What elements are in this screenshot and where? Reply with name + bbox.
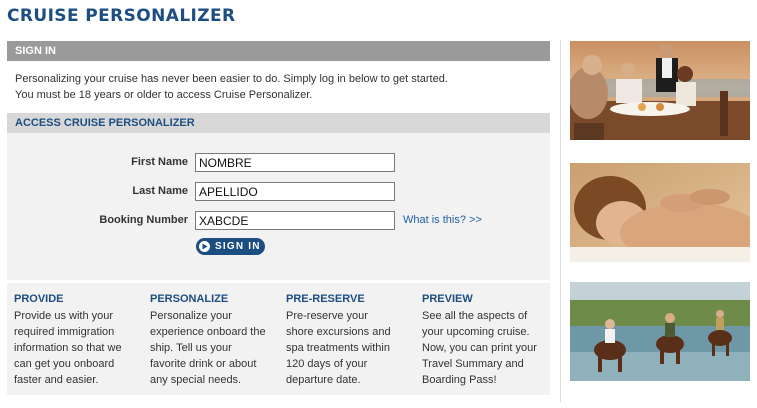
feature-preview: PREVIEW See all the aspects of your upco…: [422, 292, 550, 388]
booking-number-field[interactable]: [195, 211, 395, 230]
feature-description: See all the aspects of your upcoming cru…: [422, 308, 550, 388]
feature-title: PERSONALIZE: [150, 293, 229, 305]
dining-photo: [570, 41, 750, 140]
feature-line: can get you onboard: [14, 358, 115, 370]
feature-line: Now, you can print your: [422, 342, 537, 354]
last-name-label: Last Name: [132, 185, 188, 197]
feature-line: experience onboard the: [150, 326, 266, 338]
feature-line: favorite drink or about: [150, 358, 257, 370]
feature-title: PROVIDE: [14, 293, 64, 305]
booking-number-label: Booking Number: [99, 214, 188, 226]
intro-line-2: You must be 18 years or older to access …: [15, 89, 313, 101]
column-divider: [560, 40, 561, 402]
feature-line: 120 days of your: [286, 358, 368, 370]
feature-line: faster and easier.: [14, 374, 99, 386]
first-name-field[interactable]: [195, 153, 395, 172]
signin-section-header: SIGN IN: [7, 41, 550, 61]
feature-line: required immigration: [14, 326, 115, 338]
feature-line: See all the aspects of: [422, 310, 528, 322]
feature-line: Boarding Pass!: [422, 374, 497, 386]
sign-in-button[interactable]: SIGN IN: [196, 238, 265, 255]
feature-provide: PROVIDE Provide us with your required im…: [14, 292, 142, 388]
feature-line: Travel Summary and: [422, 358, 524, 370]
first-name-label: First Name: [131, 156, 188, 168]
signin-intro: Personalizing your cruise has never been…: [15, 71, 545, 103]
feature-line: Pre-reserve your: [286, 310, 368, 322]
feature-line: departure date.: [286, 374, 361, 386]
intro-line-1: Personalizing your cruise has never been…: [15, 73, 448, 85]
feature-line: spa treatments within: [286, 342, 390, 354]
feature-description: Pre-reserve your shore excursions and sp…: [286, 308, 414, 388]
feature-title: PREVIEW: [422, 293, 473, 305]
feature-line: shore excursions and: [286, 326, 391, 338]
play-arrow-icon: [199, 241, 210, 252]
feature-line: your upcoming cruise.: [422, 326, 530, 338]
feature-line: Personalize your: [150, 310, 232, 322]
sign-in-button-label: SIGN IN: [215, 241, 261, 252]
feature-line: information so that we: [14, 342, 122, 354]
feature-description: Personalize your experience onboard the …: [150, 308, 278, 388]
last-name-field[interactable]: [195, 182, 395, 201]
feature-description: Provide us with your required immigratio…: [14, 308, 142, 388]
access-section-header: ACCESS CRUISE PERSONALIZER: [7, 113, 550, 133]
feature-line: any special needs.: [150, 374, 242, 386]
feature-title: PRE-RESERVE: [286, 293, 365, 305]
spa-massage-photo: [570, 163, 750, 262]
horseback-riding-photo: [570, 282, 750, 381]
feature-personalize: PERSONALIZE Personalize your experience …: [150, 292, 278, 388]
feature-line: Provide us with your: [14, 310, 114, 322]
feature-line: ship. Tell us your: [150, 342, 232, 354]
what-is-this-link[interactable]: What is this? >>: [403, 214, 482, 226]
page-title: CRUISE PERSONALIZER: [7, 6, 236, 26]
feature-pre-reserve: PRE-RESERVE Pre-reserve your shore excur…: [286, 292, 414, 388]
